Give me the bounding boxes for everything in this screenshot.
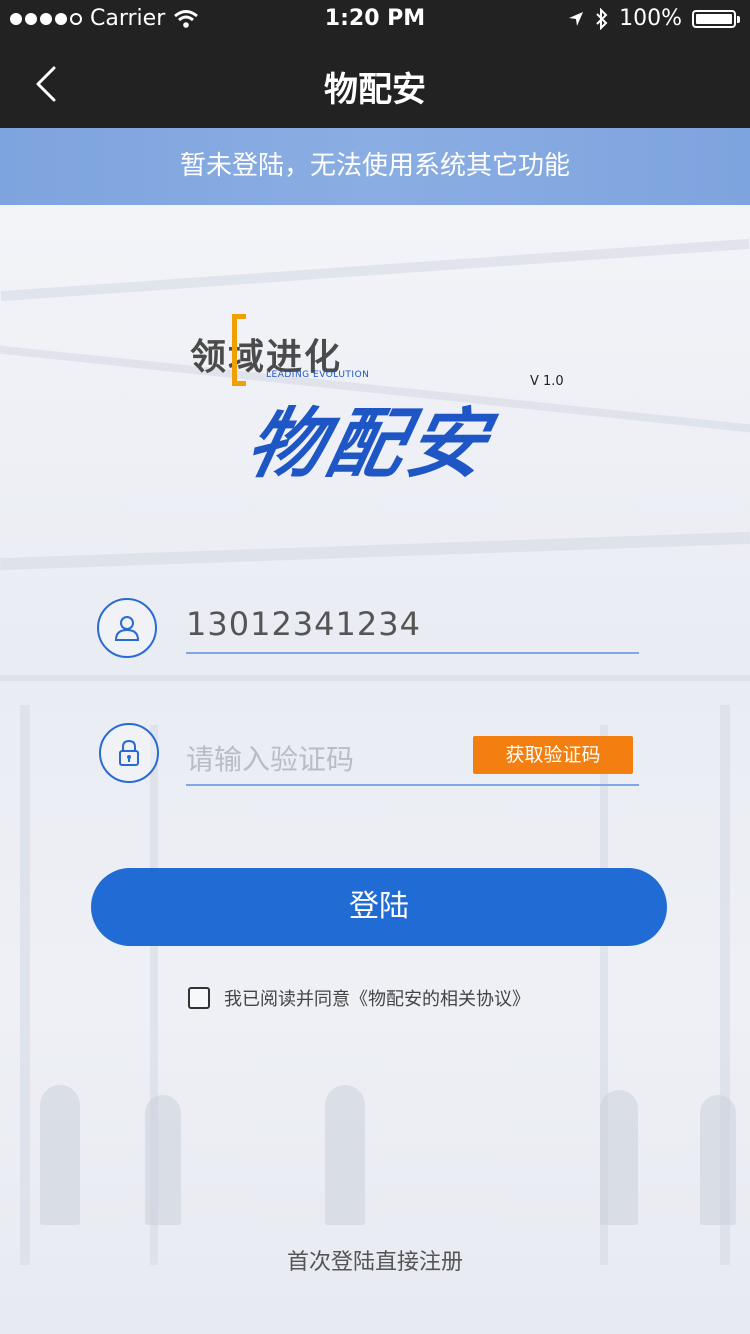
phone-underline	[186, 652, 639, 654]
phone-input[interactable]: 13012341234	[186, 605, 421, 643]
code-underline	[186, 784, 639, 786]
logo-bracket	[232, 314, 246, 386]
login-button[interactable]: 登陆	[91, 868, 667, 946]
status-right: 100%	[567, 6, 740, 31]
user-icon	[97, 598, 157, 658]
verification-code-input[interactable]: 请输入验证码	[186, 738, 354, 778]
battery-percent: 100%	[619, 6, 682, 31]
agreement-checkbox[interactable]	[188, 987, 210, 1009]
lock-icon	[99, 723, 159, 783]
get-code-button[interactable]: 获取验证码	[473, 736, 633, 774]
page-title: 物配安	[324, 70, 426, 110]
register-link[interactable]: 首次登陆直接注册	[0, 1244, 750, 1276]
battery-fill	[696, 13, 732, 24]
app-logo: 领域进化 LEADING EVOLUTION V 1.0 物配安	[180, 300, 580, 488]
status-bar: Carrier 1:20 PM 100%	[0, 0, 750, 40]
bluetooth-icon	[596, 7, 608, 30]
battery-icon	[692, 9, 740, 28]
login-notice-banner: 暂未登陆，无法使用系统其它功能	[0, 128, 750, 205]
location-arrow-icon	[569, 11, 584, 26]
logo-wordmark: 物配安	[239, 399, 499, 488]
logo-subtitle: LEADING EVOLUTION	[266, 370, 370, 380]
logo-version: V 1.0	[530, 374, 564, 389]
nav-bar: 物配安	[0, 40, 750, 128]
agreement-row: 我已阅读并同意《物配安的相关协议》	[188, 985, 530, 1011]
agreement-label[interactable]: 我已阅读并同意《物配安的相关协议》	[224, 985, 530, 1011]
